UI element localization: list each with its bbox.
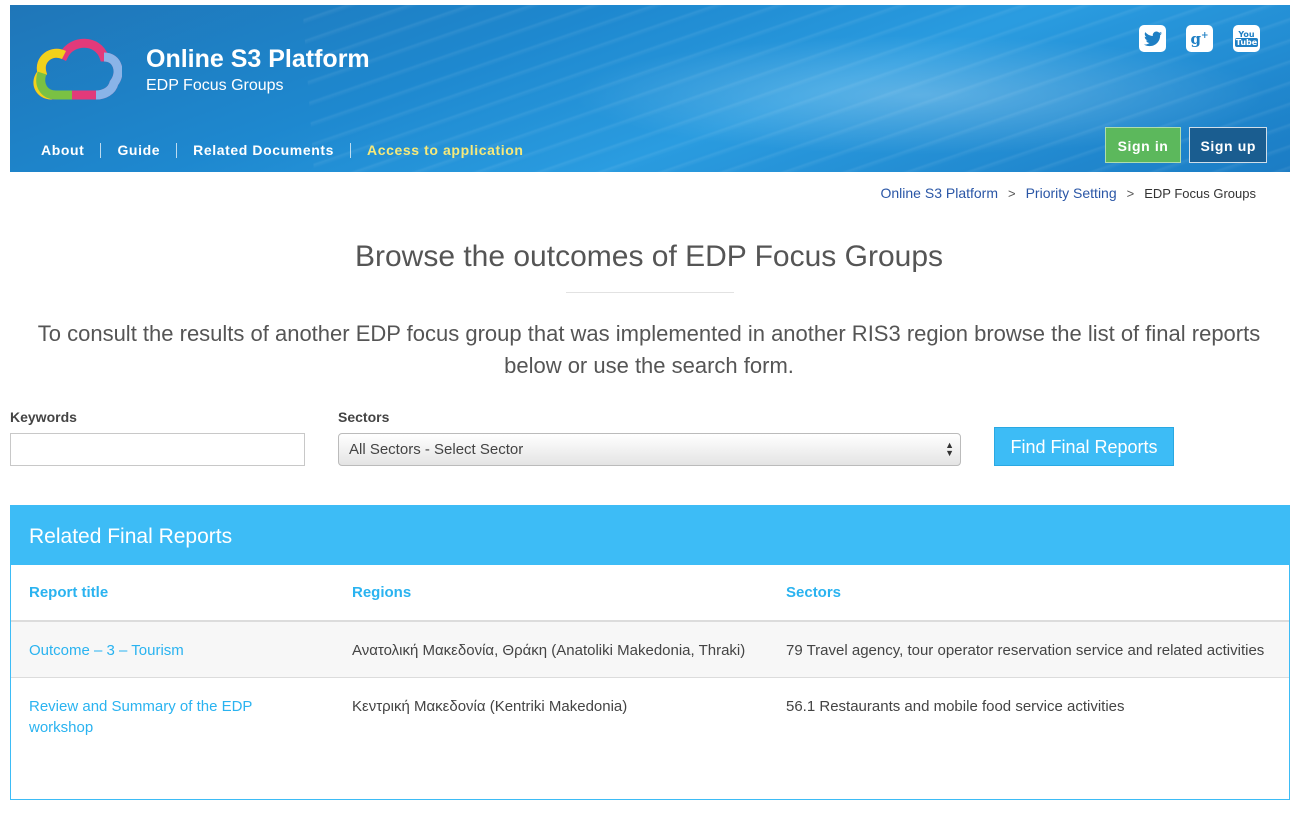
select-arrows-icon: ▲ ▼: [945, 440, 954, 458]
breadcrumb-current: EDP Focus Groups: [1144, 185, 1256, 201]
keywords-input[interactable]: [10, 433, 305, 466]
column-sectors[interactable]: Sectors: [768, 565, 1289, 622]
site-header: Online S3 Platform EDP Focus Groups g+ Y…: [10, 5, 1290, 172]
site-subtitle: EDP Focus Groups: [146, 77, 284, 94]
nav-about[interactable]: About: [41, 142, 84, 158]
column-report-title[interactable]: Report title: [11, 565, 334, 622]
google-plus-icon[interactable]: g+: [1186, 25, 1213, 52]
main-nav: About Guide Related Documents Access to …: [41, 142, 524, 158]
site-title[interactable]: Online S3 Platform: [146, 45, 370, 74]
nav-access-to-application[interactable]: Access to application: [367, 142, 524, 158]
nav-guide[interactable]: Guide: [117, 142, 160, 158]
nav-divider: [100, 142, 102, 158]
sign-up-button[interactable]: Sign up: [1189, 127, 1267, 163]
breadcrumb: Online S3 Platform > Priority Setting > …: [881, 185, 1257, 201]
nav-divider: [350, 142, 352, 158]
cloud-logo-icon[interactable]: [32, 33, 122, 103]
report-sector: 56.1 Restaurants and mobile food service…: [786, 698, 1125, 715]
breadcrumb-separator: >: [1008, 185, 1016, 201]
report-region: Ανατολική Μακεδονία, Θράκη (Anatoliki Ma…: [334, 621, 768, 678]
sectors-label: Sectors: [338, 409, 390, 425]
title-divider: [566, 292, 734, 293]
panel-heading: Related Final Reports: [11, 506, 1289, 565]
intro-text: To consult the results of another EDP fo…: [37, 321, 1261, 378]
report-title-link[interactable]: Review and Summary of the EDP workshop: [11, 678, 334, 755]
social-links: g+ You Tube: [1139, 25, 1260, 52]
reports-table: Report title Regions Sectors Outcome – 3…: [11, 565, 1289, 754]
sectors-select-value: All Sectors - Select Sector: [349, 441, 524, 458]
report-sector: 79 Travel agency, tour operator reservat…: [768, 621, 1289, 678]
twitter-icon[interactable]: [1139, 25, 1166, 52]
keywords-label: Keywords: [10, 409, 77, 425]
breadcrumb-priority-setting[interactable]: Priority Setting: [1026, 185, 1117, 201]
table-header-row: Report title Regions Sectors: [11, 565, 1289, 622]
nav-related-documents[interactable]: Related Documents: [193, 142, 334, 158]
column-regions[interactable]: Regions: [334, 565, 768, 622]
youtube-icon[interactable]: You Tube: [1233, 25, 1260, 52]
page-title: Browse the outcomes of EDP Focus Groups: [354, 240, 944, 273]
table-row: Outcome – 3 – Tourism Ανατολική Μακεδονί…: [11, 621, 1289, 678]
related-final-reports-panel: Related Final Reports Report title Regio…: [10, 505, 1290, 800]
find-final-reports-button[interactable]: Find Final Reports: [994, 427, 1174, 466]
table-row: Review and Summary of the EDP workshop Κ…: [11, 678, 1289, 755]
nav-divider: [176, 142, 178, 158]
sign-in-button[interactable]: Sign in: [1104, 127, 1182, 163]
sectors-select[interactable]: All Sectors - Select Sector ▲ ▼: [338, 433, 961, 466]
breadcrumb-separator: >: [1126, 185, 1135, 201]
auth-buttons: Sign in Sign up: [1104, 127, 1267, 163]
breadcrumb-online-s3-platform[interactable]: Online S3 Platform: [881, 185, 999, 201]
report-region: Κεντρική Μακεδονία (Kentriki Makedonia): [352, 698, 628, 715]
report-title-link[interactable]: Outcome – 3 – Tourism: [11, 621, 334, 678]
